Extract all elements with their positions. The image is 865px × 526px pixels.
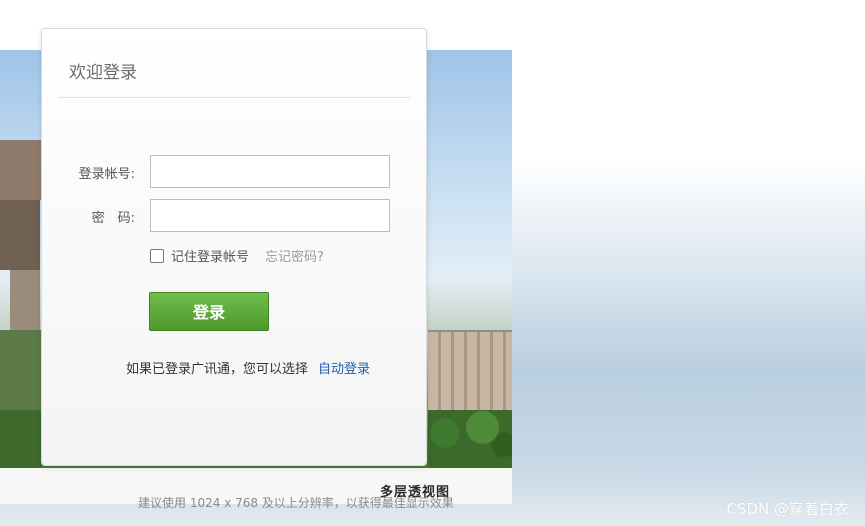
- panel-divider: [58, 97, 410, 98]
- password-input[interactable]: [150, 199, 390, 232]
- auto-login-prompt: 如果已登录广讯通，您可以选择: [126, 362, 309, 377]
- remember-label[interactable]: 记住登录帐号: [171, 246, 249, 265]
- remember-row: 记住登录帐号 忘记密码?: [150, 246, 324, 265]
- trees-image: [428, 410, 512, 468]
- forgot-password-link[interactable]: 忘记密码?: [265, 246, 324, 265]
- account-input[interactable]: [150, 155, 390, 188]
- watermark: CSDN @穿着白衣: [726, 500, 849, 518]
- auto-login-link[interactable]: 自动登录: [318, 362, 370, 377]
- panel-title: 欢迎登录: [69, 63, 137, 83]
- remember-checkbox[interactable]: [150, 248, 164, 263]
- password-label: 密 码:: [91, 211, 135, 226]
- footer-hint: 建议使用 1024 x 768 及以上分辨率，以获得最佳显示效果: [138, 496, 454, 510]
- auto-login-row: 如果已登录广讯通，您可以选择 自动登录: [126, 358, 370, 377]
- login-button[interactable]: 登录: [149, 292, 269, 331]
- login-panel: 欢迎登录 登录帐号: 密 码: 记住登录帐号 忘记密码? 登录 如果已登录广讯通…: [41, 28, 427, 466]
- account-label: 登录帐号:: [78, 167, 135, 182]
